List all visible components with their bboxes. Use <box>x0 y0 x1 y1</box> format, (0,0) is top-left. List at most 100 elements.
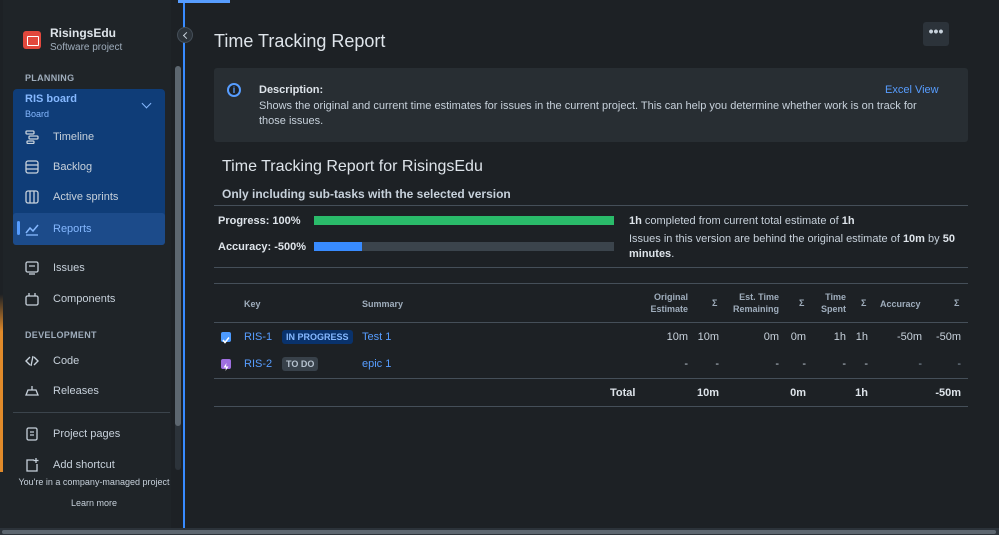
header-est-remaining[interactable]: Est. Time Remaining <box>721 291 779 315</box>
status-badge: TO DO <box>282 357 319 371</box>
progress-text: 1h completed from current total estimate… <box>629 215 855 227</box>
sidebar: RisingsEdu Software project PLANNING RIS… <box>3 0 171 535</box>
horizontal-scroll-thumb[interactable] <box>2 530 996 534</box>
reports-icon <box>25 224 39 236</box>
description-text: Shows the original and current time esti… <box>259 100 917 127</box>
description-label: Description: <box>259 84 324 96</box>
accuracy-text: Issues in this version are behind the or… <box>629 233 955 260</box>
cell-accuracy: -50m <box>896 331 922 343</box>
sidebar-item-label: Backlog <box>53 161 93 173</box>
cell-original-sum: 10m <box>697 331 719 343</box>
table-bottom-border <box>214 406 968 407</box>
cell-remaining-sum: 0m <box>790 331 806 343</box>
cell-accuracy: - <box>918 358 922 370</box>
page-title: Time Tracking Report <box>214 31 386 51</box>
sidebar-item-label: Components <box>53 293 116 305</box>
info-icon: i <box>227 83 241 97</box>
project-logo-icon <box>23 30 41 49</box>
header-key[interactable]: Key <box>244 298 261 310</box>
sidebar-divider <box>13 412 170 413</box>
total-original: 10m <box>696 387 719 399</box>
learn-more-link[interactable]: Learn more <box>0 498 188 508</box>
sidebar-footer: You're in a company-managed project Lear… <box>0 472 171 528</box>
issues-icon <box>25 261 39 275</box>
sidebar-item-label: Code <box>53 355 80 367</box>
sidebar-item-issues[interactable]: Issues <box>25 261 85 275</box>
more-actions-button[interactable]: ••• <box>923 22 949 46</box>
sidebar-item-backlog[interactable]: Backlog <box>25 160 92 174</box>
total-remaining: 0m <box>790 387 806 399</box>
sidebar-item-releases[interactable]: Releases <box>25 384 99 398</box>
accuracy-bar-fill <box>314 242 362 251</box>
header-original-estimate[interactable]: Original Estimate <box>632 291 688 315</box>
sidebar-item-label: Timeline <box>53 131 95 143</box>
table-divider <box>214 378 968 379</box>
cell-accuracy-sum: - <box>957 358 961 370</box>
sidebar-item-components[interactable]: Components <box>25 292 115 306</box>
table-header-border <box>214 322 968 323</box>
header-accuracy[interactable]: Accuracy <box>880 298 921 310</box>
add-shortcut-icon <box>26 458 39 472</box>
issue-key-link[interactable]: RIS-2 <box>244 358 272 370</box>
total-accuracy: -50m <box>935 387 961 399</box>
report-title: Time Tracking Report for RisingsEdu <box>222 158 483 175</box>
development-header: DEVELOPMENT <box>25 330 97 340</box>
sidebar-item-label: Reports <box>53 223 92 235</box>
header-sigma-spent: Σ <box>861 298 867 308</box>
progress-bar-fill <box>314 216 614 225</box>
status-badge: IN PROGRESS <box>282 330 353 344</box>
sidebar-item-label: Issues <box>53 262 85 274</box>
header-sigma-remaining: Σ <box>799 298 805 308</box>
total-spent: 1h <box>855 387 868 399</box>
sidebar-item-reports[interactable]: Reports <box>13 213 165 245</box>
sidebar-item-label: Project pages <box>53 428 121 440</box>
planning-header: PLANNING <box>25 73 75 83</box>
project-header[interactable]: RisingsEdu Software project <box>23 26 122 53</box>
board-subtitle: Board <box>25 109 50 119</box>
table-top-border <box>214 283 968 284</box>
total-label: Total <box>610 387 636 399</box>
board-title[interactable]: RIS board <box>25 93 77 105</box>
page-icon <box>26 427 38 441</box>
issue-key-link[interactable]: RIS-1 <box>244 331 272 343</box>
sidebar-item-add-shortcut[interactable]: Add shortcut <box>25 458 115 472</box>
sidebar-item-label: Add shortcut <box>53 459 115 471</box>
header-time-spent[interactable]: Time Spent <box>806 291 846 315</box>
code-icon <box>25 355 39 367</box>
header-sigma-accuracy: Σ <box>954 298 960 308</box>
cell-remaining-sum: - <box>802 358 806 370</box>
description-panel: i Description: Shows the original and cu… <box>214 68 968 142</box>
sidebar-item-active-sprints[interactable]: Active sprints <box>25 190 118 204</box>
cell-accuracy-sum: -50m <box>935 331 961 343</box>
epic-type-icon <box>221 359 231 371</box>
project-name: RisingsEdu <box>50 26 117 40</box>
footer-text: You're in a company-managed project <box>18 477 170 487</box>
report-subtitle: Only including sub-tasks with the select… <box>222 187 511 201</box>
project-type: Software project <box>50 42 123 53</box>
timeline-icon <box>25 130 39 144</box>
issue-summary-link[interactable]: Test 1 <box>362 331 391 343</box>
sidebar-item-code[interactable]: Code <box>25 354 79 368</box>
cell-spent-sum: 1h <box>855 331 868 343</box>
components-icon <box>25 293 39 306</box>
sprints-icon <box>25 190 39 204</box>
task-type-icon <box>221 332 231 344</box>
divider <box>214 205 968 206</box>
header-summary[interactable]: Summary <box>362 298 403 310</box>
sidebar-item-timeline[interactable]: Timeline <box>25 130 94 144</box>
cell-original-sum: - <box>715 358 719 370</box>
header-sigma-original: Σ <box>712 298 718 308</box>
excel-view-link[interactable]: Excel View <box>885 84 939 96</box>
accuracy-label: Accuracy: -500% <box>218 241 307 253</box>
progress-bar <box>314 216 614 225</box>
issue-summary-link[interactable]: epic 1 <box>362 358 391 370</box>
main-content: Time Tracking Report ••• i Description: … <box>185 0 999 528</box>
sidebar-item-label: Releases <box>53 385 99 397</box>
progress-label: Progress: 100% <box>218 215 301 227</box>
releases-icon <box>25 386 39 396</box>
sidebar-item-project-pages[interactable]: Project pages <box>25 427 120 441</box>
active-indicator <box>17 221 20 235</box>
cell-spent-sum: - <box>864 358 868 370</box>
sidebar-scroll-thumb[interactable] <box>175 66 181 426</box>
sidebar-item-label: Active sprints <box>53 191 119 203</box>
